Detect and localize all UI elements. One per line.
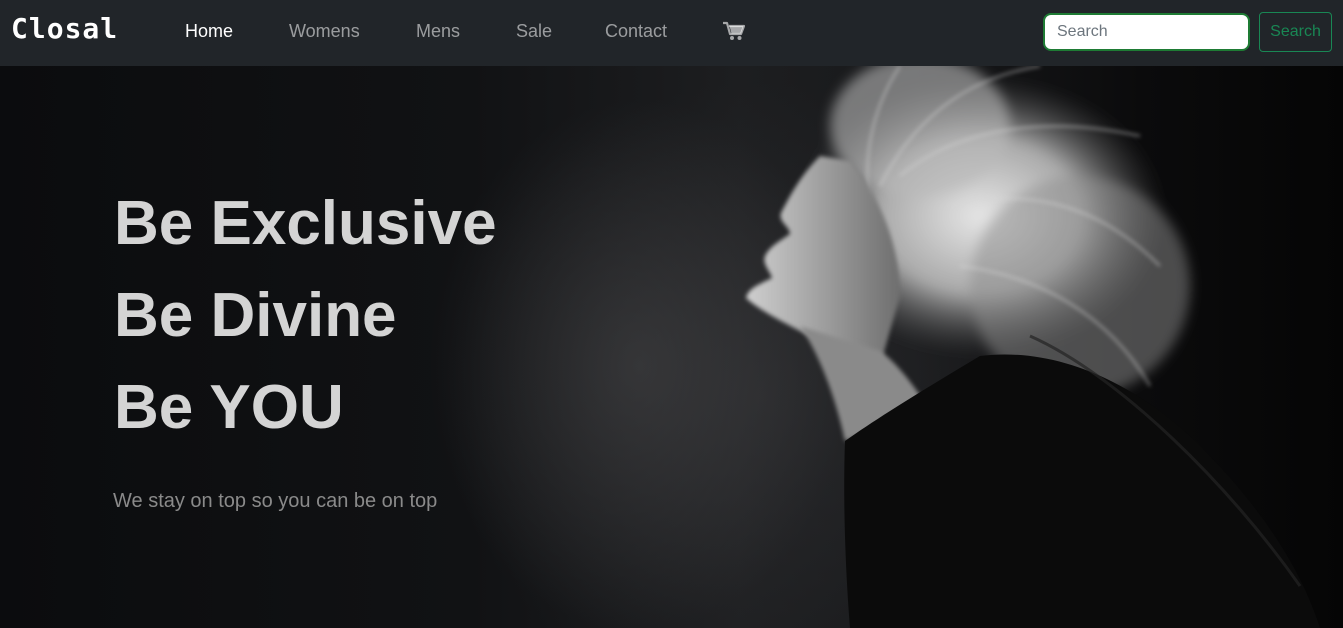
hero-banner: Be Exclusive Be Divine Be YOU We stay on… — [0, 66, 1343, 628]
hero-headline-line-1: Be Exclusive — [114, 189, 497, 258]
nav-item-contact[interactable]: Contact — [605, 21, 667, 42]
hero-tagline: We stay on top so you can be on top — [113, 490, 438, 512]
nav-item-home[interactable]: Home — [185, 21, 233, 42]
navbar: Closal Home Womens Mens Sale Contact Sea… — [0, 0, 1343, 66]
hero-headline-line-2: Be Divine — [114, 281, 397, 350]
nav-item-mens[interactable]: Mens — [416, 21, 460, 42]
hero-headline-line-3: Be YOU — [114, 373, 344, 442]
nav-item-womens[interactable]: Womens — [289, 21, 360, 42]
shopping-cart-icon[interactable] — [723, 21, 746, 43]
search-button[interactable]: Search — [1259, 12, 1332, 52]
nav-links: Home Womens Mens Sale Contact — [0, 0, 800, 66]
search-input[interactable] — [1043, 13, 1250, 51]
nav-item-sale[interactable]: Sale — [516, 21, 552, 42]
